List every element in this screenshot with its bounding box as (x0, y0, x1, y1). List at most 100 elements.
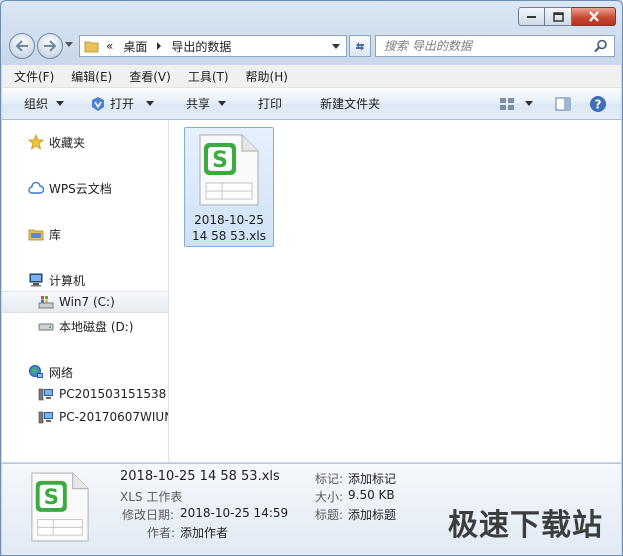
library-icon (28, 229, 44, 241)
details-tags-value[interactable]: 添加标记 (348, 470, 396, 487)
change-view-button[interactable] (493, 92, 539, 116)
nav-favorites[interactable]: 收藏夹 (2, 131, 168, 153)
address-history-dropdown[interactable] (332, 43, 340, 49)
organize-button[interactable]: 组织 (14, 92, 70, 116)
details-pane: S 2018-10-25 14 58 53.xls XLS 工作表 修改日期: … (2, 463, 621, 555)
network-icon (29, 365, 43, 378)
network-computer-icon (38, 388, 53, 401)
nav-pc1-label: PC201503151538 (59, 387, 167, 401)
details-type: XLS 工作表 (120, 490, 183, 504)
navigation-pane: 收藏夹 WPS云文档 库 计算机 Win7 (C:) 本地磁盘 (D:) 网络 (2, 120, 169, 462)
recent-pages-dropdown[interactable] (65, 42, 73, 47)
menu-tools[interactable]: 工具(T) (176, 68, 234, 85)
details-title-value[interactable]: 添加标题 (348, 506, 396, 523)
nav-computer-label: 计算机 (49, 273, 86, 288)
open-label: 打开 (110, 97, 135, 111)
nav-drive-d-label: 本地磁盘 (D:) (59, 319, 134, 334)
svg-text:?: ? (595, 97, 602, 111)
hard-drive-icon (38, 323, 54, 331)
details-tags-label: 标记: (315, 472, 344, 486)
nav-pc1[interactable]: PC201503151538 (2, 383, 168, 405)
nav-pc2[interactable]: PC-20170607WIUN (2, 406, 168, 428)
nav-libraries-label: 库 (49, 227, 62, 242)
help-icon: ? (590, 95, 606, 112)
wps-open-icon (92, 96, 105, 111)
search-icon[interactable] (594, 39, 608, 53)
refresh-button[interactable] (349, 35, 371, 57)
view-grid-icon (500, 97, 514, 110)
breadcrumb-desktop[interactable]: 桌面 (123, 38, 147, 55)
share-label: 共享 (186, 97, 211, 111)
file-name-line1: 2018-10-25 (194, 213, 264, 227)
back-arrow-icon (15, 40, 28, 52)
watermark: 极速下载站 (448, 508, 603, 543)
wps-spreadsheet-icon: S (199, 134, 259, 206)
system-drive-icon (38, 296, 54, 309)
menu-help[interactable]: 帮助(H) (234, 68, 293, 85)
address-bar[interactable]: « 桌面 导出的数据 (79, 35, 347, 57)
file-name: 2018-10-25 14 58 53.xls (185, 212, 273, 244)
computer-icon (29, 273, 43, 287)
command-bar: 组织 打开 共享 打印 新建文件夹 ? (2, 88, 621, 120)
refresh-icon (356, 42, 364, 51)
back-button[interactable] (9, 33, 35, 59)
nav-wps-cloud[interactable]: WPS云文档 (2, 177, 168, 199)
nav-computer[interactable]: 计算机 (2, 269, 168, 291)
maximize-icon (552, 11, 564, 22)
menu-view[interactable]: 查看(V) (117, 68, 176, 85)
address-overflow[interactable]: « (106, 39, 113, 53)
nav-network[interactable]: 网络 (2, 361, 168, 383)
close-icon (588, 11, 599, 22)
network-computer-icon (38, 411, 53, 424)
preview-pane-icon (555, 97, 571, 110)
menu-bar: 文件(F) 编辑(E) 查看(V) 工具(T) 帮助(H) (2, 65, 621, 88)
print-button[interactable]: 打印 (248, 92, 292, 116)
nav-network-label: 网络 (49, 365, 74, 380)
nav-drive-d[interactable]: 本地磁盘 (D:) (2, 315, 168, 337)
details-modified-value: 2018-10-25 14:59 (180, 506, 289, 520)
maximize-button[interactable] (545, 7, 572, 26)
details-author-label: 作者: (147, 526, 176, 540)
svg-text:S: S (44, 485, 59, 510)
details-title-label: 标题: (315, 508, 344, 522)
close-button[interactable] (572, 7, 616, 26)
open-button[interactable]: 打开 (84, 92, 160, 116)
star-icon (28, 134, 44, 150)
new-folder-label: 新建文件夹 (320, 97, 381, 111)
forward-button[interactable] (37, 33, 63, 59)
wps-spreadsheet-icon: S (31, 472, 89, 542)
navigation-bar: « 桌面 导出的数据 (9, 33, 615, 59)
minimize-icon (526, 15, 536, 18)
print-label: 打印 (258, 97, 283, 111)
forward-arrow-icon (44, 40, 57, 52)
breadcrumb-exported-data[interactable]: 导出的数据 (171, 38, 231, 55)
details-filename: 2018-10-25 14 58 53.xls (120, 469, 280, 484)
details-modified-label: 修改日期: (122, 508, 175, 522)
organize-label: 组织 (24, 97, 49, 111)
minimize-button[interactable] (518, 7, 545, 26)
svg-text:S: S (212, 148, 228, 173)
folder-icon (84, 41, 99, 53)
file-name-line2: 14 58 53.xls (192, 229, 266, 243)
menu-edit[interactable]: 编辑(E) (59, 68, 117, 85)
preview-pane-button[interactable] (549, 92, 577, 116)
nav-libraries[interactable]: 库 (2, 223, 168, 245)
details-size-label: 大小: (315, 490, 344, 504)
nav-wps-cloud-label: WPS云文档 (49, 181, 112, 196)
new-folder-button[interactable]: 新建文件夹 (310, 92, 390, 116)
file-item[interactable]: S 2018-10-25 14 58 53.xls (184, 127, 274, 247)
cloud-icon (28, 181, 44, 194)
nav-favorites-label: 收藏夹 (49, 135, 86, 150)
chevron-right-icon[interactable] (155, 42, 163, 50)
file-list-pane[interactable]: S 2018-10-25 14 58 53.xls (169, 120, 621, 462)
explorer-window: « 桌面 导出的数据 文件(F) 编辑(E) 查看(V) 工具(T) 帮助(H (0, 0, 623, 556)
caption-buttons (518, 7, 616, 26)
search-input[interactable] (376, 38, 594, 54)
menu-file[interactable]: 文件(F) (2, 68, 59, 85)
help-button[interactable]: ? (583, 92, 613, 116)
details-author-value[interactable]: 添加作者 (180, 524, 228, 541)
search-box[interactable] (375, 35, 615, 57)
nav-drive-c[interactable]: Win7 (C:) (2, 291, 168, 313)
share-button[interactable]: 共享 (176, 92, 232, 116)
details-size-value: 9.50 KB (348, 488, 395, 502)
